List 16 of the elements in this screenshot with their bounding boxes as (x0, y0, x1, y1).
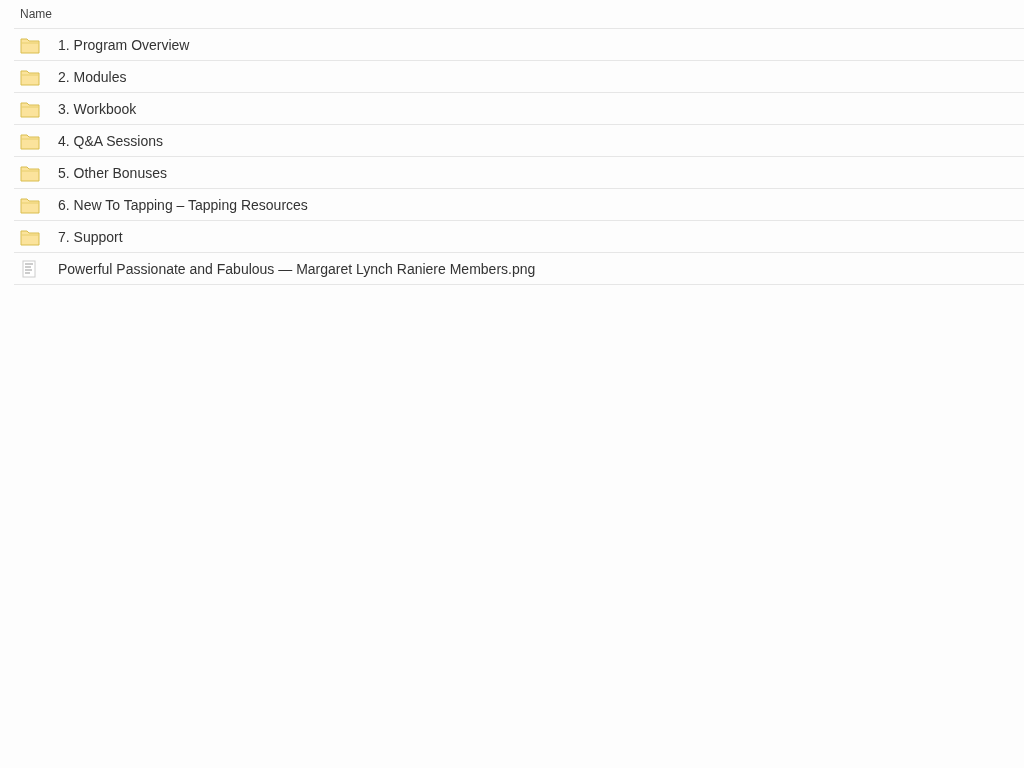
folder-icon (20, 99, 40, 118)
column-header[interactable]: Name (20, 7, 52, 21)
file-name[interactable]: Powerful Passionate and Fabulous — Margaret Lynch Raniere Members.png (58, 260, 536, 277)
folder-icon (20, 163, 40, 182)
folder-name[interactable]: 4. Q&A Sessions (58, 132, 164, 149)
folder-icon (20, 67, 40, 86)
folder-icon (20, 131, 40, 150)
folder-name[interactable]: 5. Other Bonuses (58, 164, 167, 181)
folder-name[interactable]: 3. Workbook (58, 100, 137, 117)
folder-name[interactable]: 6. New To Tapping – Tapping Resources (58, 196, 308, 213)
folder-name[interactable]: 1. Program Overview (58, 36, 190, 53)
folder-name[interactable]: 7. Support (58, 228, 123, 245)
folder-icon (20, 227, 40, 246)
folder-icon (20, 35, 40, 54)
folder-icon (20, 195, 40, 214)
folder-name[interactable]: 2. Modules (58, 68, 127, 85)
